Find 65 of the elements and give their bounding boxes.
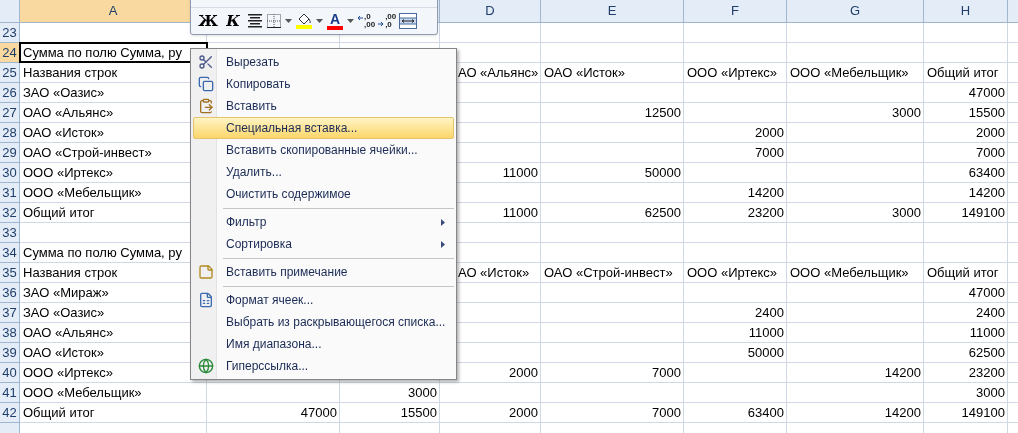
- table-cell-text: ООО «Иртекс»: [22, 363, 115, 382]
- table-cell-text: 15500: [967, 103, 1006, 122]
- table-cell-text: 23200: [967, 363, 1006, 382]
- table-cell-text: ЗАО «Оазис»: [22, 83, 106, 102]
- table-cell-text: 47000: [967, 83, 1006, 102]
- table-cell-text: 11000: [501, 203, 539, 222]
- table-cell-text: 47000: [299, 403, 338, 422]
- table-cell-text: ООО «Мебельщик»: [22, 383, 143, 402]
- table-cell-text: 47000: [967, 283, 1006, 302]
- table-cell-text: ОАО «Исток»: [22, 343, 105, 362]
- table-cell-text: 7000: [754, 143, 785, 162]
- table-cell-text: ЗАО «Оазис»: [22, 303, 106, 322]
- table-cell-text: ОАО «Строй-инвест»: [22, 143, 153, 162]
- table-cell-text: ОАО «Альянс»: [22, 103, 115, 122]
- table-cell-text: 62500: [643, 203, 682, 222]
- table-cell-text: 63400: [967, 163, 1006, 182]
- table-cell-text: 149100: [960, 203, 1006, 222]
- table-cell-text: 3000: [891, 203, 922, 222]
- table-cell-text: 2000: [508, 363, 539, 382]
- table-cell-text: 11000: [747, 323, 785, 342]
- table-cell-text: ОАО «Исток»: [22, 123, 105, 142]
- table-cell-text: АО «Альянс»: [457, 63, 540, 82]
- table-cell-text: 50000: [746, 343, 785, 362]
- table-cell-text: 149100: [960, 403, 1006, 422]
- table-cell-text: 2400: [754, 303, 785, 322]
- table-cell-text: ОАО «Альянс»: [22, 323, 115, 342]
- table-cell-text: 3000: [891, 103, 922, 122]
- table-cell-text: Общий итог: [22, 203, 96, 222]
- table-cell-text: 2000: [508, 403, 539, 422]
- table-cell-text: 62500: [967, 343, 1006, 362]
- table-cell-text: 50000: [643, 163, 682, 182]
- table-cell-text: Названия строк: [22, 63, 119, 82]
- table-cell-text: Общий итог: [22, 403, 96, 422]
- table-cell-text: 15500: [399, 403, 438, 422]
- table-cell-text: ЗАО «Мираж»: [22, 283, 110, 302]
- table-cell-text: 3000: [975, 383, 1006, 402]
- table-cell-text: 14200: [967, 183, 1006, 202]
- table-cell-text: ОАО «Исток»: [543, 63, 626, 82]
- table-cell-text: 14200: [746, 183, 785, 202]
- table-cell-text: 7000: [651, 403, 682, 422]
- table-cell-text: Общий итог: [926, 63, 1000, 82]
- table-cell-text: 11000: [501, 163, 539, 182]
- table-cell-text: 11000: [968, 323, 1006, 342]
- table-cell-text: Названия строк: [22, 263, 119, 282]
- table-cell-text: ООО «Иртекс»: [686, 63, 779, 82]
- table-cell-text: 12500: [643, 103, 682, 122]
- table-cell-text: ООО «Мебельщик»: [789, 63, 910, 82]
- table-cell-text: АО «Исток»: [457, 263, 531, 282]
- table-cell-text: 2400: [975, 303, 1006, 322]
- table-cell-text: 2000: [975, 123, 1006, 142]
- table-cell-text: 14200: [883, 363, 922, 382]
- table-cell-text: ООО «Иртекс»: [22, 163, 115, 182]
- table-cell-text: 7000: [975, 143, 1006, 162]
- table-cell-text: Общий итог: [926, 263, 1000, 282]
- table-cell-text: ОАО «Строй-инвест»: [543, 263, 674, 282]
- table-cell-text: ООО «Иртекс»: [686, 263, 779, 282]
- table-cell-text: 23200: [746, 203, 785, 222]
- table-cell-text: 2000: [754, 123, 785, 142]
- table-cell-text: Сумма по полю Сумма, ру: [22, 243, 183, 262]
- table-cell-text: 63400: [746, 403, 785, 422]
- table-cell-text: 3000: [407, 383, 438, 402]
- table-cell-text: ООО «Мебельщик»: [789, 263, 910, 282]
- table-cell-text: ООО «Мебельщик»: [22, 183, 143, 202]
- table-cell-text: 7000: [651, 363, 682, 382]
- table-cell-text: 14200: [883, 403, 922, 422]
